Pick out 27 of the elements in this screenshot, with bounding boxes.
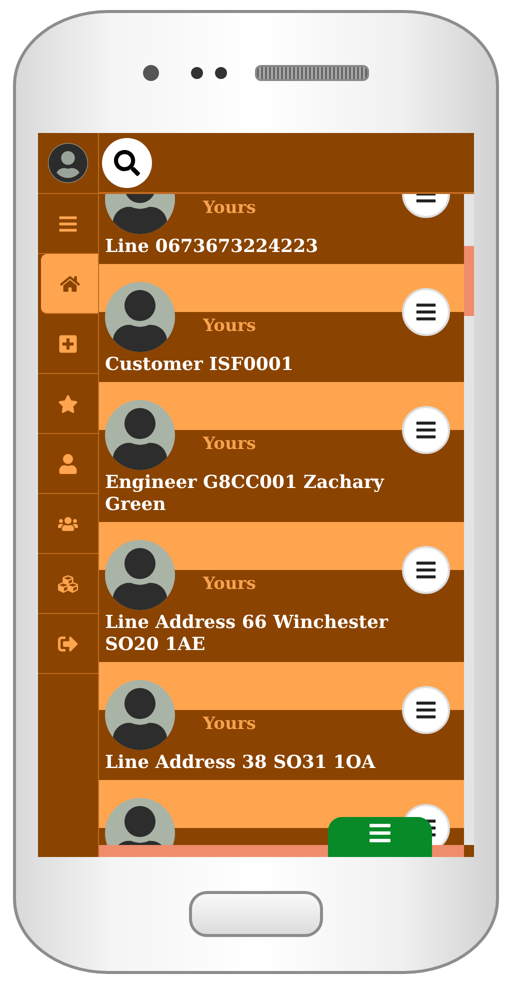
item-title: Customer ISF0001 [105, 354, 294, 376]
star-icon [58, 394, 78, 414]
add-icon [58, 334, 78, 354]
item-title: Line Address 38 SO31 1OA [105, 752, 376, 774]
user-icon [58, 454, 78, 474]
home-key[interactable] [189, 891, 323, 937]
avatar-icon[interactable] [48, 143, 88, 183]
item-title: Line 0673673224223 [105, 236, 318, 258]
owner-label: Yours [203, 198, 256, 220]
menu-button[interactable] [328, 817, 432, 857]
home-icon [60, 274, 80, 294]
owner-label: Yours [203, 316, 256, 338]
item-title: Line Address 66 Winchester SO20 1AE [105, 612, 390, 656]
home-tab[interactable] [41, 254, 98, 314]
camera-dot [143, 65, 159, 81]
owner-label: Yours [203, 434, 256, 456]
cubes-icon [58, 574, 78, 594]
sensor-dot [215, 67, 227, 79]
owner-label: Yours [203, 714, 256, 736]
scrollbar-thumb[interactable] [464, 246, 474, 316]
scrollbar[interactable] [464, 194, 474, 845]
item-title: Engineer G8CC001 Zachary Green [105, 472, 386, 516]
sensor-dot [191, 67, 203, 79]
search-button[interactable] [102, 138, 152, 188]
logout-icon [58, 634, 78, 654]
owner-label: Yours [203, 574, 256, 596]
search-icon [114, 150, 140, 176]
